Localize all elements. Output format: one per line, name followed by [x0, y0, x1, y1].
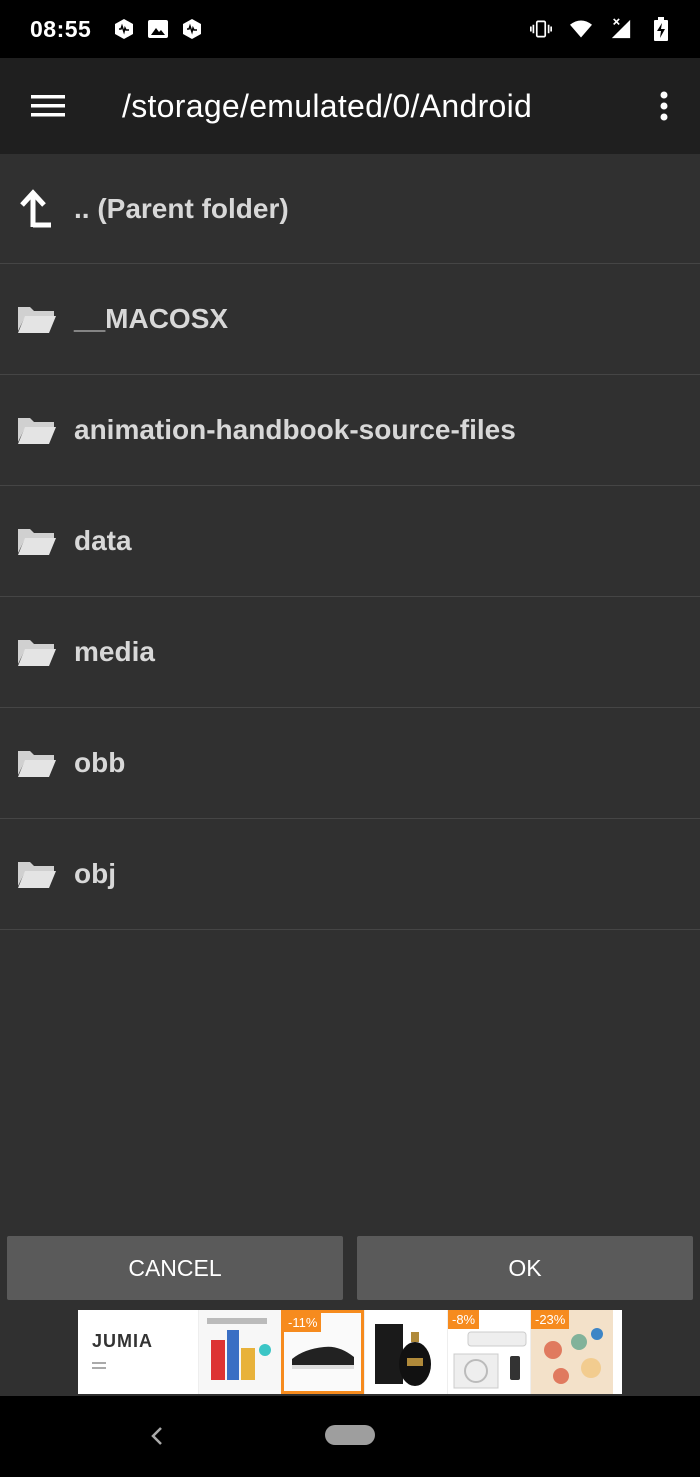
ad-brand: JUMIA: [92, 1330, 154, 1351]
list-item-label: obj: [74, 858, 116, 889]
ad-tile-toys[interactable]: [198, 1310, 281, 1394]
battery-charging-icon: [650, 17, 672, 41]
ad-tile-shoe[interactable]: -11%: [281, 1310, 364, 1394]
status-bar: 08:55: [0, 0, 700, 58]
home-pill-icon[interactable]: [325, 1425, 375, 1445]
folder-icon: [0, 526, 74, 556]
ad-area: JUMIA -11% -8% -23%: [0, 1308, 700, 1396]
list-item-label: __MACOSX: [74, 303, 229, 334]
list-item-folder[interactable]: data: [0, 486, 700, 597]
page-title: /storage/emulated/0/Android: [122, 87, 533, 124]
ad-banner[interactable]: JUMIA -11% -8% -23%: [78, 1310, 622, 1394]
list-item-folder[interactable]: __MACOSX: [0, 264, 700, 375]
list-item-folder[interactable]: obj: [0, 819, 700, 930]
list-item-label: data: [74, 525, 132, 556]
status-notification-icons: [113, 18, 203, 40]
ad-badge: -11%: [284, 1313, 322, 1332]
more-vert-icon[interactable]: [628, 58, 700, 154]
dialog-buttons: CANCEL OK: [0, 1236, 700, 1300]
list-item-folder[interactable]: animation-handbook-source-files: [0, 375, 700, 486]
image-icon: [147, 18, 169, 40]
list-item-label: .. (Parent folder): [74, 192, 289, 224]
app-notification-icon: [181, 18, 203, 40]
ad-logo: JUMIA: [78, 1310, 198, 1394]
navigation-bar: [0, 1396, 700, 1477]
back-icon[interactable]: [145, 1420, 169, 1452]
app-bar: /storage/emulated/0/Android: [0, 58, 700, 154]
signal-icon: [610, 18, 632, 40]
menu-lines-icon: [92, 1358, 198, 1374]
wifi-icon: [570, 18, 592, 40]
ad-badge: -8%: [448, 1310, 480, 1329]
cancel-button[interactable]: CANCEL: [7, 1236, 343, 1300]
list-item-folder[interactable]: media: [0, 597, 700, 708]
list-item-label: animation-handbook-source-files: [74, 414, 516, 445]
list-item-label: obb: [74, 747, 126, 778]
ok-button[interactable]: OK: [357, 1236, 693, 1300]
folder-icon: [0, 748, 74, 778]
hamburger-menu-icon[interactable]: [0, 58, 96, 154]
ad-tile-puzzle[interactable]: -23%: [530, 1310, 613, 1394]
folder-icon: [0, 415, 74, 445]
folder-icon: [0, 859, 74, 889]
ad-badge: -23%: [531, 1310, 570, 1329]
ad-tile-air-conditioner[interactable]: -8%: [447, 1310, 530, 1394]
app-notification-icon: [113, 18, 135, 40]
list-item-folder[interactable]: obb: [0, 708, 700, 819]
ad-tile-perfume[interactable]: [364, 1310, 447, 1394]
list-item-label: media: [74, 636, 155, 667]
file-list: .. (Parent folder) __MACOSX animation-ha…: [0, 154, 700, 930]
status-system-icons: [530, 17, 672, 41]
vibrate-icon: [530, 18, 552, 40]
arrow-up-icon: [0, 188, 74, 229]
folder-icon: [0, 304, 74, 334]
folder-icon: [0, 637, 74, 667]
list-item-parent-folder[interactable]: .. (Parent folder): [0, 154, 700, 264]
status-time: 08:55: [30, 15, 92, 42]
